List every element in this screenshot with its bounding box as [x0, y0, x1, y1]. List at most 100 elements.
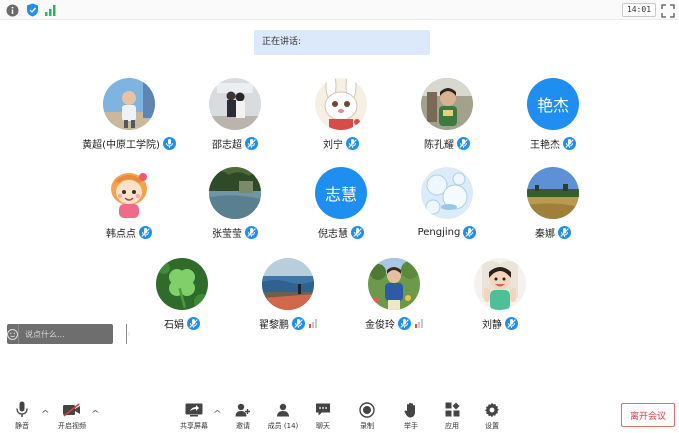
participant-card[interactable]: 黄超(中原工学院) [77, 78, 181, 158]
shield-icon[interactable] [24, 2, 40, 18]
avatar [209, 167, 261, 219]
chat-bar: ‹ [7, 324, 131, 344]
record-label: 录制 [360, 422, 374, 430]
fullscreen-icon[interactable] [661, 3, 675, 18]
avatar [103, 78, 155, 130]
participant-card[interactable]: 翟黎鹏 [236, 258, 340, 338]
participant-name: 王艳杰 [530, 139, 560, 151]
avatar: 志慧 [315, 167, 367, 219]
participant-card[interactable]: 金俊玲 [342, 258, 446, 338]
participant-card[interactable]: 志慧 倪志慧 [289, 167, 393, 247]
avatar [421, 167, 473, 219]
avatar [262, 258, 314, 310]
participant-name: 邵志超 [212, 139, 242, 151]
participants-button[interactable]: 成员 (14) [263, 401, 303, 431]
participant-name: Pengjing [417, 226, 461, 238]
collapse-chat-icon[interactable]: ‹ [126, 324, 131, 344]
microphone-muted-icon [139, 225, 152, 239]
settings-button[interactable]: 设置 [472, 401, 512, 431]
bottom-toolbar: 静音 ^ 开启视频 ^ 共享屏幕 ^ 邀请 成员 (14) 聊天 录制 举手 应… [0, 395, 679, 433]
microphone-muted-icon [463, 225, 477, 239]
microphone-muted-icon [346, 136, 359, 150]
participant-name-row: 石娟 [130, 316, 234, 331]
microphone-muted-icon [245, 136, 258, 150]
record-button[interactable]: 录制 [347, 401, 387, 431]
microphone-muted-icon [558, 225, 571, 239]
participant-name: 刘静 [482, 319, 502, 331]
participant-name: 韩点点 [106, 228, 136, 240]
raise-hand-label: 举手 [404, 422, 418, 430]
microphone-muted-icon [292, 316, 305, 330]
participant-name: 金俊玲 [365, 319, 395, 331]
share-screen-button[interactable]: 共享屏幕 [174, 401, 214, 431]
network-signal-icon[interactable] [43, 2, 59, 18]
participant-name: 翟黎鹏 [259, 319, 289, 331]
emoji-icon[interactable] [7, 324, 18, 344]
participant-name-row: 邵志超 [183, 136, 287, 151]
avatar [421, 78, 473, 130]
participant-name: 刘宁 [323, 139, 343, 151]
participant-card[interactable]: 艳杰 王艳杰 [501, 78, 605, 158]
leave-meeting-button[interactable]: 离开会议 [621, 403, 675, 427]
avatar [156, 258, 208, 310]
microphone-muted-icon [398, 316, 411, 330]
participant-name: 黄超(中原工学院) [82, 139, 160, 151]
mute-options-chevron-up-icon[interactable]: ^ [41, 409, 50, 418]
weak-network-signal-icon [309, 318, 317, 328]
invite-button[interactable]: 邀请 [223, 401, 263, 431]
participant-card[interactable]: 秦娜 [501, 167, 605, 247]
chat-input[interactable] [18, 324, 126, 344]
video-off-icon [62, 401, 82, 418]
avatar [315, 78, 367, 130]
participant-name-row: 韩点点 [77, 225, 181, 240]
share-screen-icon [185, 401, 203, 418]
share-options-chevron-up-icon[interactable]: ^ [213, 409, 222, 418]
mute-label: 静音 [15, 422, 29, 430]
participant-name-row: 陈孔耀 [395, 136, 499, 151]
avatar [103, 167, 155, 219]
participant-name: 倪志慧 [318, 228, 348, 240]
participant-name-row: 张莹莹 [183, 225, 287, 240]
weak-network-signal-icon [415, 318, 423, 328]
video-options-chevron-up-icon[interactable]: ^ [91, 409, 100, 418]
participant-name-row: Pengjing [395, 225, 499, 239]
participant-card[interactable]: 陈孔耀 [395, 78, 499, 158]
participant-name: 陈孔耀 [424, 139, 454, 151]
microphone-muted-icon [351, 225, 364, 239]
participant-card[interactable]: 刘宁 [289, 78, 393, 158]
participant-card[interactable]: Pengjing [395, 167, 499, 247]
avatar [209, 78, 261, 130]
record-icon [359, 401, 375, 418]
microphone-icon [16, 401, 28, 418]
microphone-muted-icon [457, 136, 470, 150]
start-video-button[interactable]: 开启视频 [52, 401, 92, 431]
avatar [368, 258, 420, 310]
info-icon[interactable] [4, 2, 20, 18]
chat-button[interactable]: 聊天 [303, 401, 343, 431]
participant-card[interactable]: 邵志超 [183, 78, 287, 158]
microphone-icon [162, 136, 176, 150]
participant-card[interactable]: 韩点点 [77, 167, 181, 247]
participant-name-row: 刘宁 [289, 136, 393, 151]
apps-button[interactable]: 应用 [432, 401, 472, 431]
participant-name-row: 刘静 [448, 316, 552, 331]
microphone-muted-icon [505, 316, 518, 330]
avatar [474, 258, 526, 310]
mute-button[interactable]: 静音 [2, 401, 42, 431]
chat-bubble-icon [315, 401, 331, 418]
apps-grid-icon [445, 401, 460, 418]
participant-name-row: 倪志慧 [289, 225, 393, 240]
invite-user-icon [235, 401, 251, 418]
avatar [527, 167, 579, 219]
meeting-window: 14:01 正在讲话: 黄超(中原工学院) 邵志超 刘宁 陈孔耀 艳杰 王艳杰 韩点点 张莹莹… [0, 0, 679, 433]
participants-label: 成员 (14) [267, 422, 299, 430]
raise-hand-button[interactable]: 举手 [391, 401, 431, 431]
participant-card[interactable]: 刘静 [448, 258, 552, 338]
raise-hand-icon [404, 401, 418, 418]
participant-card[interactable]: 张莹莹 [183, 167, 287, 247]
start-video-label: 开启视频 [58, 422, 86, 430]
participant-card[interactable]: 石娟 [130, 258, 234, 338]
share-screen-label: 共享屏幕 [180, 422, 208, 430]
meeting-clock: 14:01 [622, 3, 656, 17]
participants-icon [275, 401, 291, 418]
